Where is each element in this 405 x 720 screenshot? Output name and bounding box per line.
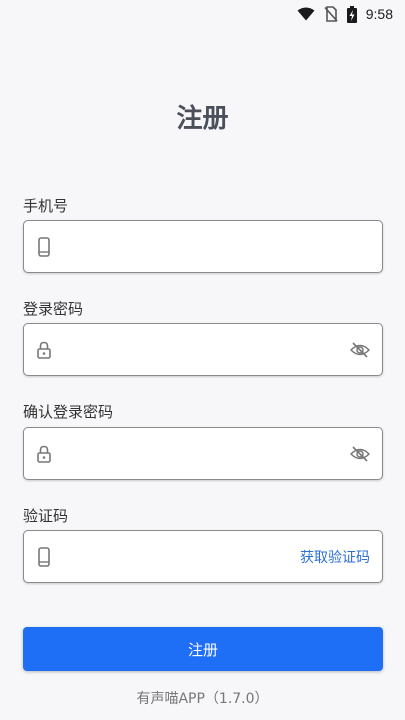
phone-input-box[interactable] xyxy=(23,220,383,273)
eye-off-icon[interactable] xyxy=(350,324,382,375)
phone-icon xyxy=(24,531,64,582)
phone-label: 手机号 xyxy=(23,197,69,215)
register-screen: 9:58 注册 手机号 登录密码 确认登录密码 验证码 获取验证码 注册 有声喵… xyxy=(0,0,405,720)
wifi-icon xyxy=(297,7,315,21)
password-input[interactable] xyxy=(64,324,350,375)
verification-code-label: 验证码 xyxy=(23,507,69,525)
register-button[interactable]: 注册 xyxy=(23,627,383,671)
confirm-password-input-box[interactable] xyxy=(23,427,383,480)
confirm-password-input[interactable] xyxy=(64,428,350,479)
lock-icon xyxy=(24,428,64,479)
confirm-password-label: 确认登录密码 xyxy=(23,403,114,421)
phone-icon xyxy=(24,221,64,272)
verification-code-input-box[interactable]: 获取验证码 xyxy=(23,530,383,583)
phone-input[interactable] xyxy=(64,221,382,272)
verification-code-input[interactable] xyxy=(64,531,300,582)
battery-charging-icon xyxy=(346,5,357,23)
lock-icon xyxy=(24,324,64,375)
get-code-button[interactable]: 获取验证码 xyxy=(300,547,370,567)
password-label: 登录密码 xyxy=(23,300,84,318)
eye-off-icon[interactable] xyxy=(350,428,382,479)
status-bar: 9:58 xyxy=(0,0,405,28)
app-version-text: 有声喵APP（1.7.0） xyxy=(136,691,269,707)
no-sim-icon xyxy=(324,6,338,22)
status-time: 9:58 xyxy=(365,6,393,22)
page-title: 注册 xyxy=(176,104,229,134)
password-input-box[interactable] xyxy=(23,323,383,376)
